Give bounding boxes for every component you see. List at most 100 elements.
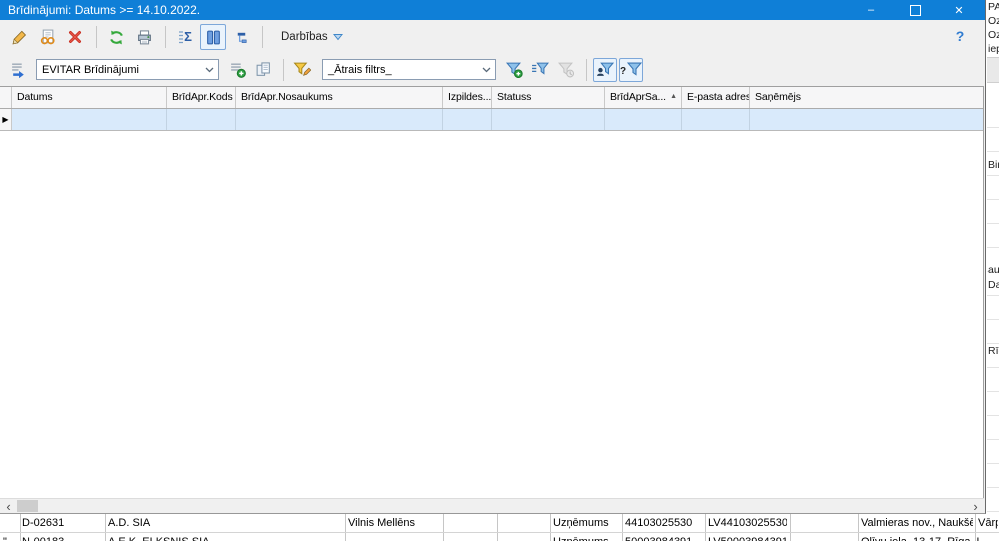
column-header-epasta[interactable]: E-pasta adrese — [682, 87, 750, 108]
cell-name: A.D. SIA — [108, 517, 151, 529]
grid-vline — [705, 514, 706, 541]
close-button[interactable]: ✕ — [937, 0, 981, 20]
maximize-button[interactable] — [893, 0, 937, 20]
filter-list-button[interactable] — [528, 58, 552, 82]
sort-asc-icon: ▲ — [670, 93, 677, 100]
edge-text-fragment: Birz — [988, 159, 999, 171]
grid-vline — [20, 514, 21, 541]
select-view-button[interactable] — [6, 58, 30, 82]
copy-lists-icon — [255, 61, 272, 78]
cell-regno: 50003984391 — [625, 535, 702, 541]
delete-x-icon — [67, 29, 83, 45]
window-controls: – ✕ — [849, 0, 981, 20]
grid-vline — [443, 514, 444, 541]
columns-icon — [205, 29, 222, 46]
refresh-icon — [108, 29, 125, 46]
hierarchy-icon — [234, 30, 249, 45]
quick-filter-value: _Ātrais filtrs_ — [328, 63, 392, 76]
help-button[interactable]: ? — [949, 25, 971, 47]
column-header-datums[interactable]: Datums — [12, 87, 167, 108]
add-filter-button[interactable] — [502, 58, 526, 82]
hierarchy-button[interactable] — [228, 24, 254, 50]
grid-vline — [858, 514, 859, 541]
edge-text-fragment: aul — [988, 264, 999, 276]
edge-text-fragment: Dair — [988, 279, 999, 291]
query-filter-button[interactable]: ? — [619, 57, 643, 82]
maximize-icon — [909, 4, 921, 16]
sum-icon: Σ — [178, 29, 192, 45]
edge-text-fragment: iep — [988, 43, 999, 55]
cell-regno: 44103025530 — [625, 517, 693, 529]
edge-text-fragment: Ozo — [988, 15, 999, 27]
toolbar-separator — [283, 58, 284, 81]
toolbar-separator — [586, 58, 587, 81]
cell-izpildes — [443, 109, 492, 130]
funnel-edit-icon — [293, 61, 311, 78]
minimize-icon: – — [867, 4, 875, 16]
glasses-document-icon — [39, 29, 56, 46]
cell-datums — [12, 109, 167, 130]
column-header-izpildes[interactable]: Izpildes... — [443, 87, 492, 108]
edit-filter-button[interactable] — [290, 58, 314, 82]
columns-view-button[interactable] — [200, 24, 226, 50]
grid-vline — [550, 514, 551, 541]
screen: PA Ozo Ozo iep Birz aul Dair Rīga D-0263… — [0, 0, 999, 541]
column-header-sanemejs[interactable]: Saņēmējs — [750, 87, 983, 108]
window-title: Brīdinājumi: Datums >= 14.10.2022. — [8, 3, 201, 17]
header-indicator — [0, 87, 12, 108]
funnel-add-icon — [505, 61, 523, 78]
cell-contact: Vilnis Mellēns — [348, 517, 416, 529]
grid-vline — [345, 514, 346, 541]
refresh-button[interactable] — [103, 24, 129, 50]
view-combobox-value: EVITAR Brīdinājumi — [42, 63, 139, 76]
main-window: Brīdinājumi: Datums >= 14.10.2022. – ✕ Σ… — [0, 0, 986, 514]
cell-address: Valmieras nov., Naukšē... — [861, 517, 973, 529]
delete-button[interactable] — [62, 24, 88, 50]
list-add-icon — [229, 61, 246, 78]
close-icon: ✕ — [954, 4, 964, 17]
scroll-left-button[interactable]: ‹ — [0, 499, 17, 513]
edge-text-fragment: Rīga — [988, 345, 999, 357]
column-header-statuss[interactable]: Statuss — [492, 87, 605, 108]
preview-button[interactable] — [34, 24, 60, 50]
add-view-button[interactable] — [225, 58, 249, 82]
toolbar-separator — [165, 26, 166, 48]
column-header-label: BrīdAprSa... — [610, 91, 666, 103]
view-combobox[interactable]: EVITAR Brīdinājumi — [36, 59, 219, 80]
cell-bridaprsa — [605, 109, 682, 130]
copy-views-button[interactable] — [251, 58, 275, 82]
cell-address: Olīvu iela, 13-17, Rīga, L — [861, 535, 991, 541]
actions-menu[interactable]: Darbības — [281, 31, 343, 43]
column-header-kods[interactable]: BrīdApr.Kods — [167, 87, 236, 108]
selected-row[interactable]: ▶ — [0, 109, 983, 131]
edit-button[interactable] — [6, 24, 32, 50]
scroll-right-button[interactable]: › — [967, 499, 984, 513]
actions-label: Darbības — [281, 31, 328, 43]
title-bar[interactable]: Brīdinājumi: Datums >= 14.10.2022. – ✕ — [0, 0, 985, 20]
quick-filter-combobox[interactable]: _Ātrais filtrs_ — [322, 59, 496, 80]
minimize-button[interactable]: – — [849, 0, 893, 20]
scroll-left-icon: ‹ — [6, 498, 11, 514]
column-header-nosaukums[interactable]: BrīdApr.Nosaukums — [236, 87, 443, 108]
chevron-down-icon — [482, 67, 491, 73]
scrollbar-thumb[interactable] — [17, 500, 38, 512]
list-arrow-icon — [10, 61, 27, 78]
user-filter-button[interactable] — [593, 57, 617, 82]
column-header-bridaprsa[interactable]: BrīdAprSa... ▲ — [605, 87, 682, 108]
help-icon: ? — [955, 28, 965, 44]
clear-filter-button[interactable] — [554, 58, 578, 82]
horizontal-scrollbar[interactable]: ‹ › — [0, 498, 984, 513]
cell-vatno: LV50003984391 — [708, 535, 787, 541]
funnel-list-icon — [531, 61, 549, 78]
row-separator — [0, 532, 999, 533]
cell-code: D-02631 — [22, 517, 65, 529]
grid-vline — [105, 514, 106, 541]
grid-vline — [790, 514, 791, 541]
background-cell-fragment — [987, 57, 999, 83]
warnings-grid: Datums BrīdApr.Kods BrīdApr.Nosaukums Iz… — [0, 86, 984, 498]
scroll-right-icon: › — [973, 498, 978, 514]
grid-vline — [497, 514, 498, 541]
totals-button[interactable]: Σ — [172, 24, 198, 50]
print-button[interactable] — [131, 24, 157, 50]
background-window-right-edge: PA Ozo Ozo iep Birz aul Dair Rīga — [987, 0, 999, 514]
